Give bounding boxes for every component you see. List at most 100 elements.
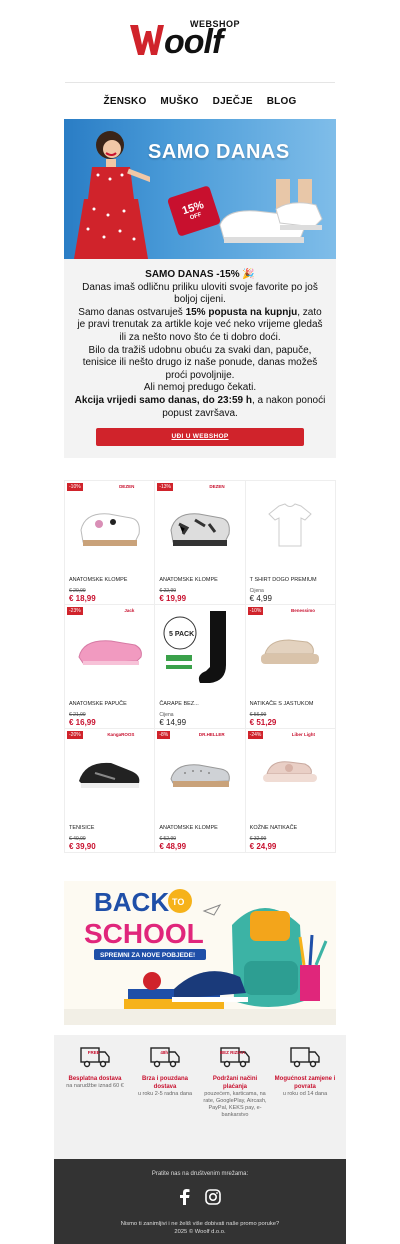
sale-price: € 18,99 [69, 594, 96, 604]
product-name[interactable]: KOŽNE NATIKAČE [250, 825, 331, 831]
promo-heading: SAMO DANAS -15% 🎉 [145, 269, 255, 280]
brand-logo: KangaROOS [107, 732, 135, 738]
nav-blog[interactable]: BLOG [267, 96, 297, 107]
main-nav: ŽENSKO MUŠKO DJEČJE BLOG [0, 83, 400, 119]
back-to-school-banner[interactable]: BACK TO SCHOOL SPREMNI ZA NOVE POBJEDE! [64, 881, 336, 1026]
feature-text: pouzećem, karticama, na rate, GooglePlay… [203, 1091, 267, 1119]
feature-item: BEZ RIZIKA Podržani načini plaćanja pouz… [200, 1043, 270, 1151]
feature-text: na narudžbe iznad 60 € [66, 1083, 124, 1090]
feature-icon-label: BEZ RIZIKA [219, 1050, 246, 1056]
brand-logo: Jack [124, 608, 135, 614]
hero-woman-image [74, 131, 150, 259]
follow-text: Pratite nas na društvenim mrežama: [151, 1171, 249, 1178]
truck-48h-icon: 48h [130, 1043, 200, 1071]
bts-sub-text: SPREMNI ZA NOVE POBJEDE! [100, 952, 195, 959]
promo-paragraph-4: Ali nemoj predugo čekati. [143, 382, 257, 394]
product-name[interactable]: NATIKAČE S JASTUKOM [250, 701, 331, 707]
discount-badge: -20% [67, 731, 83, 740]
exchange-icon [270, 1043, 340, 1071]
header-logo[interactable]: WEBSHOP oolf [0, 0, 400, 82]
product-name[interactable]: ANATOMSKE KLOMPE [159, 825, 240, 831]
discount-badge: -10% [67, 483, 83, 492]
logo-text: oolf [164, 23, 223, 61]
product-name[interactable]: T SHIRT DOGO PREMIUM [250, 577, 331, 583]
sale-price: € 48,99 [159, 842, 187, 852]
discount-badge: -13% [157, 483, 174, 492]
product-card[interactable]: -20% KangaROOS TENISICE € 49,99 € 39,90 [65, 729, 156, 854]
product-card[interactable]: -10% DEZEN ANATOMSKE KLOMPE € 20,99 € 18,99 [65, 481, 156, 606]
product-image[interactable] [159, 733, 240, 813]
discount-tag: 15% OFF [166, 185, 222, 237]
product-image[interactable] [69, 609, 150, 689]
facebook-icon[interactable] [179, 1189, 191, 1210]
woolf-w-icon [130, 25, 164, 55]
brand-logo: Benessimo [290, 608, 315, 614]
product-image[interactable] [250, 733, 331, 813]
product-name[interactable]: ANATOMSKE PAPUČE [69, 701, 150, 707]
hero-title: SAMO DANAS [148, 141, 290, 163]
product-card[interactable]: 5 PACK ČARAPE BEZ... Cijena € 14,99 [155, 605, 246, 730]
promo-paragraph-3: Bilo da tražiš udobnu obuću za svaki dan… [82, 344, 318, 381]
product-card[interactable]: -10% Benessimo NATIKAČE S JASTUKOM € 56,99 €… [245, 605, 336, 730]
bts-school-text: SCHOOL [84, 918, 204, 949]
discount-badge: -10% [247, 607, 264, 616]
sale-price: € 51,29 [249, 718, 277, 728]
product-image[interactable] [69, 485, 150, 565]
product-image[interactable] [250, 609, 331, 689]
bts-back-text: BACK [94, 887, 169, 917]
sale-price: € 39,90 [69, 842, 96, 852]
brand-logo: DEZEN [209, 484, 225, 490]
feature-title: Brza i pouzdana dostava [141, 1076, 188, 1091]
product-image[interactable] [69, 733, 150, 813]
feature-title: Besplatna dostava [68, 1076, 122, 1083]
price: € 4,99 [249, 594, 272, 604]
nav-zensko[interactable]: ŽENSKO [104, 96, 147, 107]
sale-price: € 24,99 [249, 842, 277, 852]
product-name[interactable]: ANATOMSKE KLOMPE [69, 577, 150, 583]
product-card[interactable]: -13% DEZEN ANATOMSKE KLOMPE € 22,99 € 19,99 [155, 481, 246, 606]
truck-free-icon: FREE [60, 1043, 130, 1071]
copyright-text: 2025 © Woolf d.o.o. [174, 1229, 226, 1236]
discount-badge: -8% [157, 731, 171, 740]
sale-price: € 16,99 [69, 718, 96, 728]
nav-djecje[interactable]: DJEČJE [213, 96, 253, 107]
back-to-school-illustration: BACK TO SCHOOL SPREMNI ZA NOVE POBJEDE! [64, 887, 336, 1026]
product-image[interactable] [159, 485, 240, 565]
product-card[interactable]: T SHIRT DOGO PREMIUM Cijena € 4,99 [245, 481, 336, 606]
feature-icon-label: FREE [87, 1050, 100, 1056]
svg-text:5 PACK: 5 PACK [169, 631, 194, 638]
product-name[interactable]: TENISICE [69, 825, 150, 831]
return-risk-icon: BEZ RIZIKA [200, 1043, 270, 1071]
feature-item: 48h Brza i pouzdana dostava u roku 2-5 r… [130, 1043, 200, 1151]
unsubscribe-text[interactable]: Nismo ti zanimljivi i ne želiš više dobi… [54, 1220, 346, 1228]
product-image[interactable] [250, 485, 331, 565]
brand-logo: Liber Light [291, 732, 315, 738]
product-card[interactable]: -8% DR.HELLER ANATOMSKE KLOMPE € 52,99 € 48,… [155, 729, 246, 854]
product-image[interactable]: 5 PACK [159, 609, 240, 689]
hero-banner[interactable]: SAMO DANAS 15% OFF [64, 119, 336, 259]
promo-paragraph-5: Akcija vrijedi samo danas, do 23:59 h, a… [74, 394, 326, 419]
discount-badge: -23% [67, 607, 83, 616]
enter-webshop-button[interactable]: UĐI U WEBSHOP [96, 428, 304, 447]
features-strip: FREE Besplatna dostava na narudžbe iznad… [54, 1035, 346, 1160]
bts-to-text: TO [172, 897, 184, 907]
sale-price: € 19,99 [159, 594, 187, 604]
promo-paragraph-1: Danas imaš odličnu priliku uloviti svoje… [82, 281, 318, 306]
footer: Pratite nas na društvenim mrežama: Nismo… [54, 1159, 346, 1244]
feature-text: u roku 2-5 radna dana [137, 1091, 193, 1098]
product-grid: -10% DEZEN ANATOMSKE KLOMPE € 20,99 € 18,99-… [64, 480, 336, 854]
product-card[interactable]: -23% Jack ANATOMSKE PAPUČE € 21,99 € 16,99 [65, 605, 156, 730]
product-name[interactable]: ANATOMSKE KLOMPE [159, 577, 240, 583]
feature-item: FREE Besplatna dostava na narudžbe iznad… [60, 1043, 130, 1151]
hero-clog-image [219, 179, 323, 243]
social-links [54, 1189, 346, 1210]
product-name[interactable]: ČARAPE BEZ... [159, 701, 240, 707]
instagram-icon[interactable] [205, 1189, 221, 1210]
feature-item: Mogućnost zamjene i povrata u roku od 14… [270, 1043, 340, 1151]
price: € 14,99 [159, 718, 187, 728]
feature-title: Podržani načini plaćanja [212, 1076, 258, 1091]
product-card[interactable]: -24% Liber Light KOŽNE NATIKAČE € 32,99 € 24… [245, 729, 336, 854]
nav-musko[interactable]: MUŠKO [160, 96, 198, 107]
feature-title: Mogućnost zamjene i povrata [274, 1076, 336, 1091]
brand-logo: DR.HELLER [198, 732, 225, 738]
